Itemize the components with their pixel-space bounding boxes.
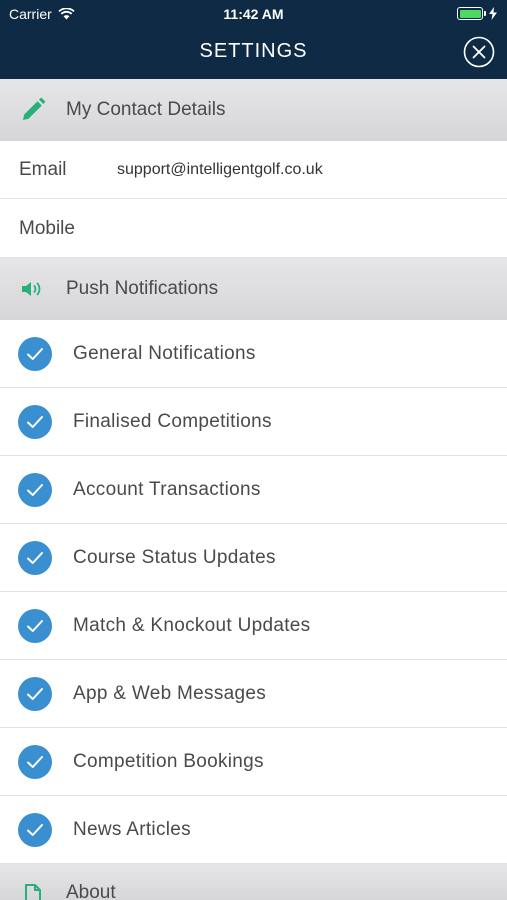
- close-button[interactable]: [463, 36, 495, 68]
- notification-label: Account Transactions: [73, 478, 261, 500]
- status-bar: Carrier 11:42 AM: [0, 0, 507, 28]
- email-row[interactable]: Email support@intelligentgolf.co.uk: [0, 141, 507, 199]
- notification-label: General Notifications: [73, 342, 256, 364]
- battery-icon: [457, 7, 497, 20]
- email-label: Email: [19, 158, 67, 180]
- header-bar: Carrier 11:42 AM SETTINGS: [0, 0, 507, 79]
- section-title: My Contact Details: [66, 99, 226, 120]
- notification-row-general[interactable]: General Notifications: [0, 320, 507, 388]
- checkmark-icon[interactable]: [18, 676, 52, 711]
- document-icon: [19, 881, 47, 900]
- notification-row-course-status[interactable]: Course Status Updates: [0, 524, 507, 592]
- checkmark-icon[interactable]: [18, 540, 52, 575]
- pencil-icon: [19, 96, 47, 124]
- charging-bolt-icon: [489, 7, 497, 20]
- speaker-icon: [19, 275, 47, 303]
- page-title: SETTINGS: [199, 40, 308, 62]
- email-value[interactable]: support@intelligentgolf.co.uk: [117, 161, 323, 179]
- notification-row-finalised-competitions[interactable]: Finalised Competitions: [0, 388, 507, 456]
- mobile-label: Mobile: [19, 217, 75, 239]
- notification-label: Course Status Updates: [73, 546, 276, 568]
- notification-row-competition-bookings[interactable]: Competition Bookings: [0, 728, 507, 796]
- notification-label: Competition Bookings: [73, 750, 264, 772]
- notification-row-app-web-messages[interactable]: App & Web Messages: [0, 660, 507, 728]
- notification-label: News Articles: [73, 818, 191, 840]
- notification-label: Match & Knockout Updates: [73, 614, 311, 636]
- checkmark-icon[interactable]: [18, 404, 52, 439]
- notification-label: App & Web Messages: [73, 682, 267, 704]
- notification-row-account-transactions[interactable]: Account Transactions: [0, 456, 507, 524]
- notification-row-news-articles[interactable]: News Articles: [0, 796, 507, 864]
- checkmark-icon[interactable]: [18, 472, 52, 507]
- section-title: About: [66, 882, 116, 900]
- section-title: Push Notifications: [66, 278, 219, 299]
- notification-row-match-knockout[interactable]: Match & Knockout Updates: [0, 592, 507, 660]
- close-icon: [463, 36, 495, 68]
- notification-label: Finalised Competitions: [73, 410, 272, 432]
- status-time: 11:42 AM: [223, 6, 284, 22]
- section-contact-details: My Contact Details: [0, 79, 507, 141]
- mobile-row[interactable]: Mobile: [0, 200, 507, 258]
- checkmark-icon[interactable]: [18, 744, 52, 779]
- section-about[interactable]: About: [0, 864, 507, 900]
- section-push-notifications: Push Notifications: [0, 258, 507, 320]
- checkmark-icon[interactable]: [18, 812, 52, 847]
- checkmark-icon[interactable]: [18, 608, 52, 643]
- checkmark-icon[interactable]: [18, 336, 52, 371]
